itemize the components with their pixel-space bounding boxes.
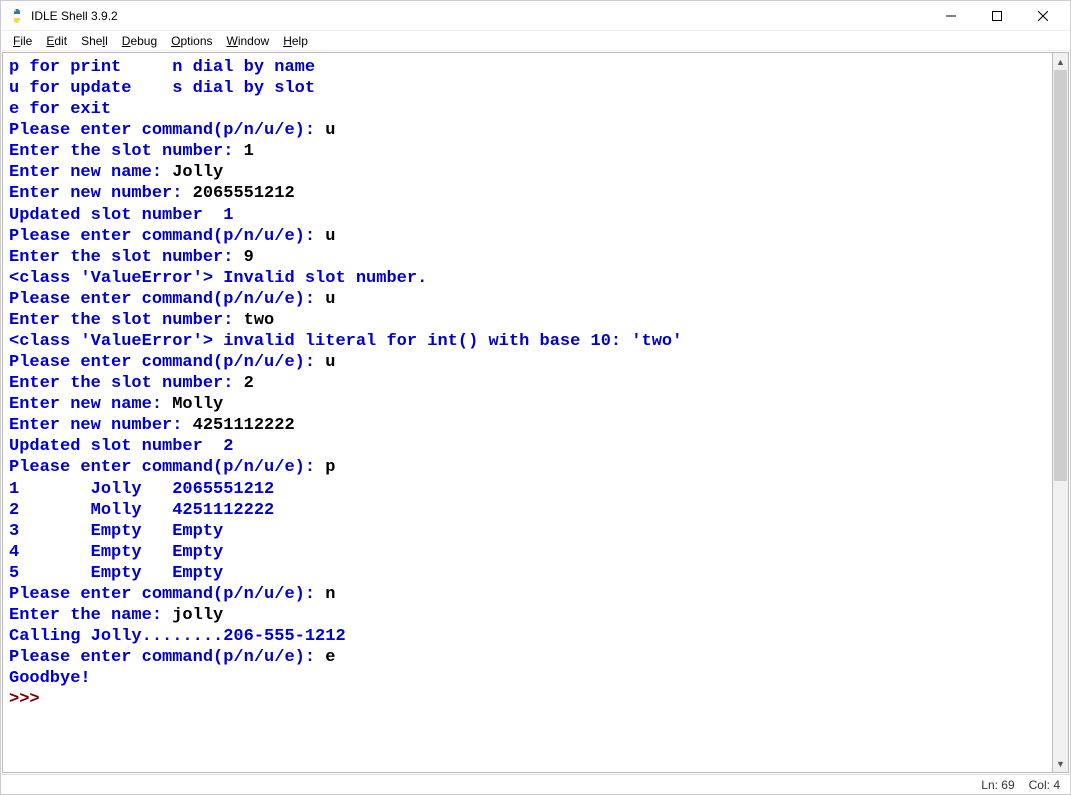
output-line: Enter the slot number:	[9, 374, 244, 393]
titlebar: IDLE Shell 3.9.2	[1, 1, 1070, 31]
input-text: u	[325, 227, 335, 246]
output-line: Enter the slot number:	[9, 248, 244, 267]
menu-options[interactable]: Options	[165, 33, 218, 49]
input-text: 4251112222	[193, 416, 295, 435]
input-text: 2065551212	[193, 184, 295, 203]
input-text: Jolly	[172, 163, 223, 182]
menu-edit[interactable]: Edit	[40, 33, 73, 49]
output-line: Enter the slot number:	[9, 142, 244, 161]
output-line: Please enter command(p/n/u/e):	[9, 458, 325, 477]
scroll-down-arrow-icon[interactable]: ▼	[1053, 755, 1068, 772]
output-line: <class 'ValueError'> invalid literal for…	[9, 332, 682, 351]
shell-text[interactable]: p for print n dial by name u for update …	[2, 52, 1052, 773]
menu-file[interactable]: File	[7, 33, 38, 49]
output-line: Please enter command(p/n/u/e):	[9, 227, 325, 246]
output-line: Please enter command(p/n/u/e):	[9, 353, 325, 372]
minimize-button[interactable]	[928, 1, 974, 31]
output-line: Updated slot number 2	[9, 437, 233, 456]
output-line: e for exit	[9, 100, 111, 119]
output-line: Enter new number:	[9, 416, 193, 435]
shell-area: p for print n dial by name u for update …	[1, 51, 1070, 774]
output-line: Enter new number:	[9, 184, 193, 203]
input-text: jolly	[172, 606, 223, 625]
output-line: Updated slot number 1	[9, 206, 233, 225]
output-line: u for update s dial by slot	[9, 79, 315, 98]
app-icon	[9, 8, 25, 24]
output-line: Please enter command(p/n/u/e):	[9, 648, 325, 667]
input-text: e	[325, 648, 335, 667]
input-text: u	[325, 353, 335, 372]
menu-shell[interactable]: Shell	[75, 33, 114, 49]
output-line: 1 Jolly 2065551212	[9, 480, 274, 499]
input-text: 2	[244, 374, 254, 393]
scroll-thumb[interactable]	[1054, 70, 1067, 481]
close-button[interactable]	[1020, 1, 1066, 31]
output-line: Calling Jolly........206-555-1212	[9, 627, 346, 646]
output-line: <class 'ValueError'> Invalid slot number…	[9, 269, 427, 288]
output-line: Please enter command(p/n/u/e):	[9, 585, 325, 604]
input-text: Molly	[172, 395, 223, 414]
input-text: 1	[244, 142, 254, 161]
prompt: >>>	[9, 690, 50, 709]
output-line: Goodbye!	[9, 669, 91, 688]
menu-help[interactable]: Help	[277, 33, 314, 49]
scroll-track[interactable]	[1053, 70, 1068, 755]
scroll-up-arrow-icon[interactable]: ▲	[1053, 53, 1068, 70]
output-line: Enter new name:	[9, 395, 172, 414]
output-line: Enter the name:	[9, 606, 172, 625]
status-col: Col: 4	[1029, 778, 1060, 792]
input-text: n	[325, 585, 335, 604]
output-line: 5 Empty Empty	[9, 564, 223, 583]
menu-window[interactable]: Window	[221, 33, 276, 49]
output-line: 3 Empty Empty	[9, 522, 223, 541]
status-line: Ln: 69	[981, 778, 1014, 792]
output-line: 4 Empty Empty	[9, 543, 223, 562]
input-text: p	[325, 458, 335, 477]
input-text: 9	[244, 248, 254, 267]
output-line: Enter the slot number:	[9, 311, 244, 330]
menu-debug[interactable]: Debug	[116, 33, 163, 49]
input-text: u	[325, 121, 335, 140]
output-line: Please enter command(p/n/u/e):	[9, 290, 325, 309]
window-title: IDLE Shell 3.9.2	[31, 9, 118, 23]
output-line: Please enter command(p/n/u/e):	[9, 121, 325, 140]
maximize-button[interactable]	[974, 1, 1020, 31]
output-line: 2 Molly 4251112222	[9, 501, 274, 520]
input-text: u	[325, 290, 335, 309]
output-line: p for print n dial by name	[9, 58, 315, 77]
vertical-scrollbar[interactable]: ▲ ▼	[1052, 52, 1069, 773]
output-line: Enter new name:	[9, 163, 172, 182]
statusbar: Ln: 69 Col: 4	[1, 774, 1070, 794]
input-text: two	[244, 311, 275, 330]
menubar: File Edit Shell Debug Options Window Hel…	[1, 31, 1070, 51]
